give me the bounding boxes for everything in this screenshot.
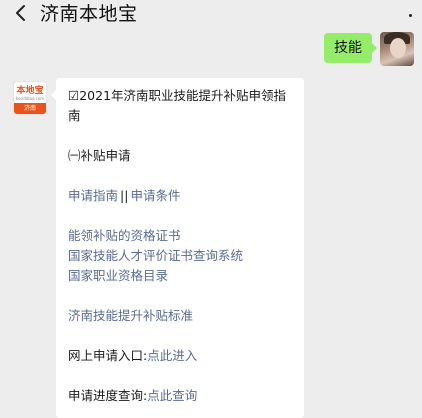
apply-guide-link[interactable]: 申请指南 [68, 188, 118, 203]
chat-header: 济南本地宝 [0, 0, 422, 32]
chat-title: 济南本地宝 [40, 3, 138, 25]
link-divider: || [120, 188, 129, 203]
online-apply-label: 网上申请入口: [68, 348, 148, 363]
eligible-certificates-link[interactable]: 能领补贴的资格证书 [68, 228, 181, 243]
account-avatar[interactable]: 本地宝 bendibao.com 济南 [13, 81, 47, 115]
back-button[interactable] [10, 0, 34, 28]
account-logo-city: 济南 [14, 103, 46, 114]
qualification-catalog-link[interactable]: 国家职业资格目录 [68, 268, 168, 283]
more-button[interactable] [404, 10, 416, 20]
certificate-query-system-link[interactable]: 国家技能人才评价证书查询系统 [68, 248, 243, 263]
message-title: ☑2021年济南职业技能提升补贴申领指南 [68, 88, 287, 123]
more-dots-icon [409, 14, 412, 17]
account-logo-subtext: bendibao.com [15, 96, 45, 101]
chevron-left-icon [16, 5, 25, 21]
user-avatar[interactable] [380, 32, 414, 66]
incoming-message-bubble: ☑2021年济南职业技能提升补贴申领指南 ㈠补贴申请 申请指南 || 申请条件 能领… [51, 78, 304, 418]
guide-links-row: 申请指南 || 申请条件 [68, 186, 292, 206]
progress-query-row: 申请进度查询:点此查询 [68, 386, 292, 406]
progress-query-label: 申请进度查询: [68, 388, 148, 403]
online-apply-link[interactable]: 点此进入 [147, 348, 197, 363]
progress-query-link[interactable]: 点此查询 [147, 388, 197, 403]
subsidy-standard-link[interactable]: 济南技能提升补贴标准 [68, 308, 193, 323]
outgoing-message-bubble[interactable]: 技能 [324, 33, 377, 63]
online-apply-row: 网上申请入口:点此进入 [68, 346, 292, 366]
section-heading: ㈠补贴申请 [68, 148, 131, 163]
apply-conditions-link[interactable]: 申请条件 [130, 188, 180, 203]
